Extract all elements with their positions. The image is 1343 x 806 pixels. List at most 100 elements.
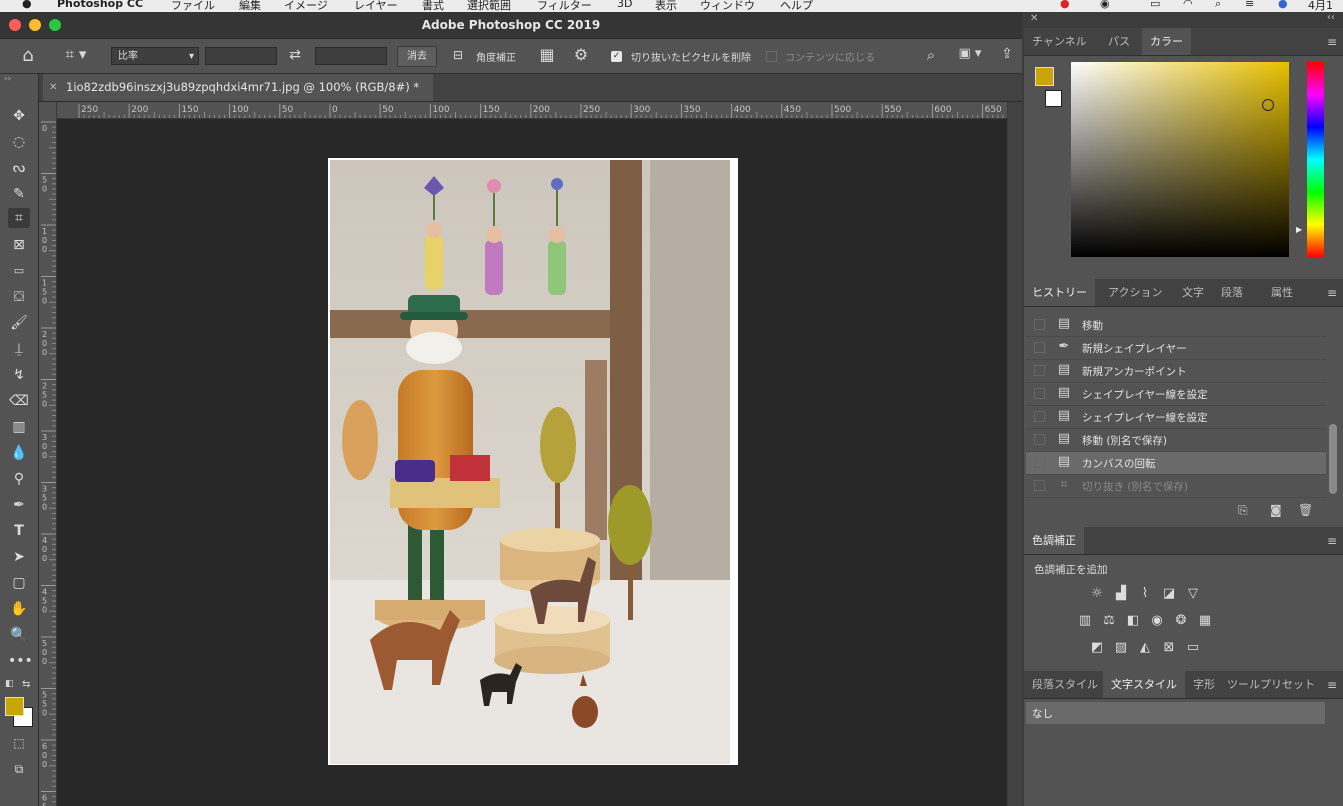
collapse-toolbar-icon[interactable]: ›› (4, 74, 11, 84)
history-item[interactable]: ▤ シェイプレイヤー線を設定 (1026, 406, 1326, 429)
tab-tool-presets[interactable]: ツールプリセット (1219, 671, 1323, 698)
document-tab[interactable]: ✕ 1io82zdb96inszxj3u89zpqhdxi4mr71.jpg @… (43, 74, 433, 101)
menu-image[interactable]: イメージ (284, 0, 328, 12)
menu-app-name[interactable]: Photoshop CC (57, 0, 143, 10)
quick-select-tool-icon[interactable]: ✎ (8, 184, 30, 204)
history-snapshot-checkbox[interactable] (1034, 457, 1045, 468)
history-item[interactable]: ▤ 移動 (別名で保存) (1026, 429, 1326, 452)
history-scrollbar-thumb[interactable] (1329, 424, 1337, 494)
marquee-tool-icon[interactable]: ◌ (8, 132, 30, 152)
history-item[interactable]: ✒ 新規シェイプレイヤー (1026, 337, 1326, 360)
color-panel-background-swatch[interactable] (1045, 90, 1062, 107)
trash-icon[interactable]: 🗑 (1298, 503, 1314, 517)
panel-menu-icon[interactable]: ≡ (1327, 534, 1337, 548)
gradient-tool-icon[interactable]: ▥ (8, 417, 30, 437)
history-snapshot-checkbox[interactable] (1034, 434, 1045, 445)
menu-view[interactable]: 表示 (655, 0, 677, 12)
style-item-none[interactable]: なし (1026, 702, 1325, 724)
crop-tool-icon[interactable]: ⌗ (8, 208, 30, 228)
close-panel-icon[interactable]: ✕ (1030, 13, 1038, 24)
color-panel-foreground-swatch[interactable] (1035, 67, 1054, 86)
menu-edit[interactable]: 編集 (239, 0, 261, 12)
black-white-icon[interactable]: ◧ (1125, 613, 1141, 629)
crop-tool-preset-icon[interactable]: ⌗ ▾ (58, 45, 94, 65)
frame-tool-icon[interactable]: ⊠ (8, 235, 30, 255)
height-field[interactable] (315, 47, 387, 65)
color-saturation-field[interactable] (1071, 62, 1289, 257)
history-snapshot-checkbox[interactable] (1034, 365, 1045, 376)
delete-cropped-checkbox[interactable]: ✓ (611, 51, 622, 62)
tab-character-styles[interactable]: 文字スタイル (1103, 671, 1185, 698)
straighten-button[interactable]: 角度補正 (476, 49, 516, 64)
default-colors-icon[interactable]: ◧ (5, 679, 14, 689)
menu-layer[interactable]: レイヤー (354, 0, 398, 12)
more-tools-icon[interactable]: ••• (8, 651, 33, 671)
curves-icon[interactable]: ⌇ (1137, 586, 1153, 602)
posterize-icon[interactable]: ▨ (1113, 640, 1129, 656)
patch-tool-icon[interactable]: ⛋ (8, 287, 30, 307)
menu-select[interactable]: 選択範囲 (467, 0, 511, 12)
history-item[interactable]: ⌗ 切り抜き (別名で保存) (1026, 475, 1326, 498)
hand-tool-icon[interactable]: ✋ (8, 599, 30, 619)
status-record-icon[interactable]: ● (1060, 0, 1070, 10)
horizontal-ruler[interactable]: 250 200 150 100 50 0 50 100 150 200 250 300 350 400 45… (57, 102, 1007, 119)
menu-file[interactable]: ファイル (171, 0, 215, 12)
hue-saturation-icon[interactable]: ▥ (1077, 613, 1093, 629)
quick-mask-icon[interactable]: ⬚ (8, 733, 30, 753)
vertical-ruler[interactable]: 050100150200250300350400450500550600650 (39, 102, 57, 806)
invert-icon[interactable]: ◩ (1089, 640, 1105, 656)
document-canvas[interactable] (328, 158, 738, 765)
share-icon[interactable]: ⇪ (996, 46, 1018, 66)
tab-actions[interactable]: アクション (1100, 279, 1170, 306)
screen-mode-icon[interactable]: ⧉ (8, 759, 30, 779)
status-battery-icon[interactable]: ▭ (1150, 0, 1160, 10)
swap-icon[interactable]: ⇄ (284, 47, 306, 65)
tab-glyphs[interactable]: 字形 (1185, 671, 1223, 698)
path-select-tool-icon[interactable]: ➤ (8, 547, 30, 567)
menu-filter[interactable]: フィルター (537, 0, 592, 12)
status-siri-icon[interactable]: ● (1278, 0, 1288, 10)
canvas-area[interactable] (57, 119, 1007, 806)
threshold-icon[interactable]: ◭ (1137, 640, 1153, 656)
lasso-tool-icon[interactable]: ᔓ (8, 158, 30, 178)
selective-color-icon[interactable]: ⊠ (1161, 640, 1177, 656)
history-item[interactable]: ▤ 移動 (1026, 314, 1326, 337)
settings-gear-icon[interactable]: ⚙ (570, 45, 592, 65)
menu-type[interactable]: 書式 (422, 0, 444, 12)
history-snapshot-checkbox[interactable] (1034, 388, 1045, 399)
eraser-tool-icon[interactable]: ⌫ (8, 391, 30, 411)
stamp-tool-icon[interactable]: ⍊ (8, 339, 30, 359)
overlay-grid-icon[interactable]: ▦ (536, 45, 558, 65)
history-snapshot-checkbox[interactable] (1034, 480, 1045, 491)
blur-tool-icon[interactable]: 💧 (8, 443, 30, 463)
menu-3d[interactable]: 3D (617, 0, 632, 10)
shape-tool-icon[interactable]: ▢ (8, 573, 30, 593)
vibrance-icon[interactable]: ▽ (1185, 586, 1201, 602)
exposure-icon[interactable]: ◪ (1161, 586, 1177, 602)
history-item[interactable]: ▤ シェイプレイヤー線を設定 (1026, 383, 1326, 406)
channel-mixer-icon[interactable]: ❂ (1173, 613, 1189, 629)
close-tab-icon[interactable]: ✕ (49, 74, 57, 101)
tab-channels[interactable]: チャンネル (1024, 28, 1095, 55)
color-lookup-icon[interactable]: ▦ (1197, 613, 1213, 629)
history-item[interactable]: ▤ 新規アンカーポイント (1026, 360, 1326, 383)
collapse-panel-icon[interactable]: ‹‹ (1327, 12, 1335, 23)
color-picker-cursor[interactable] (1262, 99, 1274, 111)
tab-properties[interactable]: 属性 (1263, 279, 1301, 306)
workspace-switcher-icon[interactable]: ▣ ▾ (951, 46, 989, 66)
new-document-from-state-icon[interactable]: ⎘ (1238, 503, 1254, 518)
history-brush-tool-icon[interactable]: ↯ (8, 365, 30, 385)
canvas-vertical-scrollbar[interactable] (1008, 102, 1022, 806)
type-tool-icon[interactable]: T (8, 521, 30, 541)
swap-colors-icon[interactable]: ⇆ (22, 679, 30, 690)
camera-snapshot-icon[interactable]: ◙ (1270, 503, 1286, 517)
move-tool-icon[interactable]: ✥ (8, 106, 30, 126)
menu-window[interactable]: ウィンドウ (700, 0, 755, 12)
hue-slider[interactable] (1307, 62, 1324, 257)
apple-icon[interactable]: ● (22, 0, 32, 10)
tab-color[interactable]: カラー (1142, 28, 1191, 55)
panel-menu-icon[interactable]: ≡ (1327, 678, 1337, 692)
tab-history[interactable]: ヒストリー (1024, 279, 1095, 306)
brush-tool-icon[interactable]: 🖌 (8, 313, 30, 333)
status-search-icon[interactable]: ⌕ (1215, 0, 1221, 11)
